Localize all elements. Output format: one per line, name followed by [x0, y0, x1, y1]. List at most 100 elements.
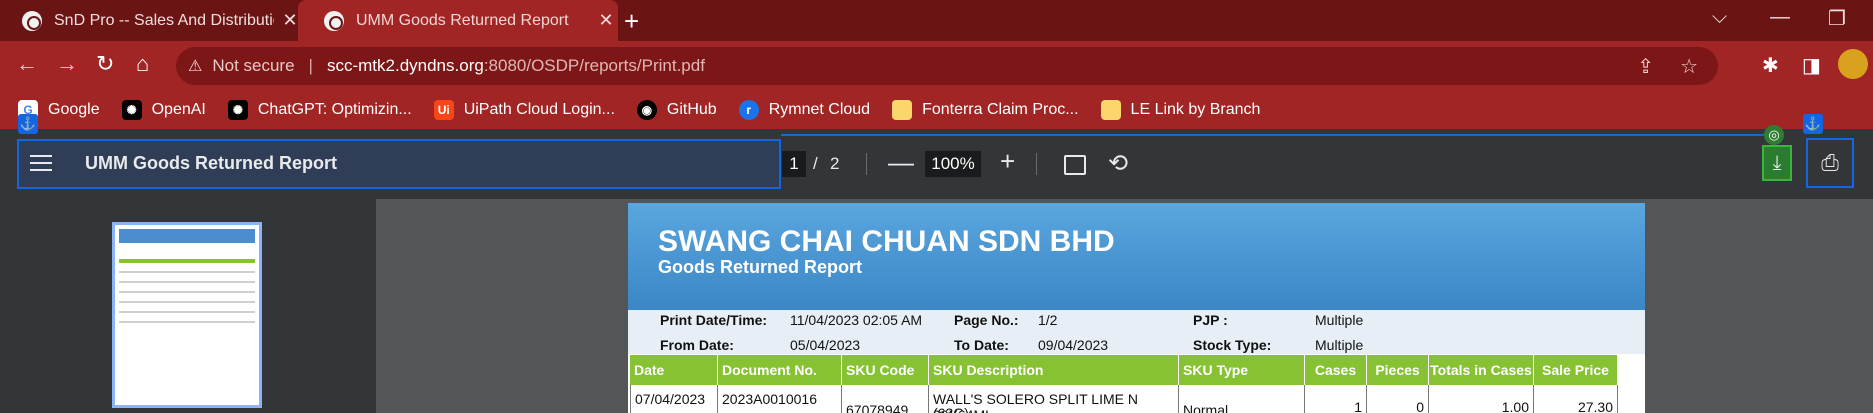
back-button[interactable]: ← [16, 51, 38, 77]
bookmark-label: GitHub [666, 101, 717, 118]
new-tab-button[interactable]: + [624, 6, 639, 37]
zoom-in-button[interactable]: + [1000, 146, 1015, 177]
pdf-toolbar: UMM Goods Returned Report 1 / 2 — 100% +… [0, 129, 1873, 199]
restore-icon[interactable]: — [1770, 6, 1790, 29]
annotation-line [781, 134, 1776, 136]
folder-icon [1100, 100, 1121, 120]
url-host[interactable]: scc-mtk2.dyndns.org [327, 56, 484, 76]
tab-title: SnD Pro -- Sales And Distribution [54, 11, 274, 29]
maximize-icon[interactable]: ❐ [1828, 6, 1846, 31]
home-button[interactable]: ⌂ [136, 51, 149, 77]
bookmark-chatgpt[interactable]: ✺ ChatGPT: Optimizin... [227, 100, 412, 120]
cell-document-no: 2023A0010016 [718, 385, 842, 413]
bookmark-fonterra[interactable]: Fonterra Claim Proc... [892, 100, 1079, 120]
column-header: SKU Code [842, 355, 929, 385]
page-separator: / [813, 154, 818, 173]
rymnet-icon: r [738, 100, 759, 120]
report-info: Print Date/Time: 11/04/2023 02:05 AM Pag… [628, 310, 1645, 354]
print-button[interactable]: ⎙ [1806, 138, 1854, 188]
report-header: SWANG CHAI CHUAN SDN BHD Goods Returned … [628, 203, 1645, 310]
zoom-out-button[interactable]: — [888, 147, 914, 178]
address-bar[interactable]: ⚠ Not secure | scc-mtk2.dyndns.org :8080… [176, 47, 1718, 85]
browser-toolbar: ← → ↻ ⌂ ⚠ Not secure | scc-mtk2.dyndns.o… [0, 41, 1873, 91]
rotate-icon[interactable]: ⟲ [1108, 149, 1128, 178]
bookmark-uipath[interactable]: Ui UiPath Cloud Login... [433, 100, 615, 120]
extensions-icon[interactable]: ✱ [1762, 53, 1779, 78]
globe-icon [22, 10, 42, 31]
url-path[interactable]: :8080/OSDP/reports/Print.pdf [484, 56, 705, 76]
target-icon: ◎ [1764, 125, 1784, 145]
tab-strip: SnD Pro -- Sales And Distribution ✕ UMM … [0, 0, 1873, 41]
bookmark-le-link[interactable]: LE Link by Branch [1100, 100, 1261, 120]
cell-pieces: 0 [1367, 385, 1429, 413]
to-date-label: To Date: [954, 337, 1009, 353]
download-button[interactable]: ⤓ [1762, 145, 1792, 181]
tab-title: UMM Goods Returned Report [356, 11, 569, 29]
pdf-title: UMM Goods Returned Report [85, 153, 337, 173]
cell-sku-description: WALL'S SOLERO SPLIT LIME N 30X64ML(63G) [929, 385, 1179, 413]
thumbnail-line [119, 271, 255, 273]
sidepanel-icon[interactable]: ◨ [1802, 53, 1821, 78]
uipath-icon: Ui [433, 100, 454, 120]
github-icon: ◉ [636, 100, 657, 120]
minimize-icon[interactable]: ⌵ [1712, 6, 1727, 29]
menu-icon[interactable] [30, 155, 52, 171]
cell-date: 07/04/2023 [630, 385, 718, 413]
warning-icon[interactable]: ⚠ [188, 56, 202, 76]
profile-avatar[interactable] [1838, 49, 1868, 79]
page-total: 2 [830, 154, 840, 173]
thumbnail-line [119, 311, 255, 313]
reload-button[interactable]: ↻ [96, 51, 114, 77]
column-header: Document No. [718, 355, 842, 385]
thumbnail-line [119, 281, 255, 283]
page-no-value: 1/2 [1038, 312, 1058, 328]
bookmark-github[interactable]: ◉ GitHub [636, 100, 717, 120]
from-date-value: 05/04/2023 [790, 337, 861, 353]
tab-umm-report[interactable]: UMM Goods Returned Report ✕ [298, 0, 618, 41]
globe-icon [324, 10, 344, 31]
star-icon[interactable]: ☆ [1680, 54, 1698, 79]
thumbnail-line [119, 301, 255, 303]
bookmark-label: OpenAI [151, 101, 206, 118]
column-header: Date [630, 355, 718, 385]
bookmark-label: UiPath Cloud Login... [463, 101, 615, 118]
cell-sale-price: 27.30 [1534, 385, 1618, 413]
share-icon[interactable]: ⇪ [1637, 54, 1654, 79]
anchor-icon: ⚓ [1803, 114, 1823, 134]
thumbnail-table-head [119, 259, 255, 263]
bookmark-label: LE Link by Branch [1130, 101, 1261, 118]
tab-snd-pro[interactable]: SnD Pro -- Sales And Distribution ✕ [22, 0, 302, 41]
bookmark-rymnet[interactable]: r Rymnet Cloud [738, 100, 870, 120]
bookmark-label: Fonterra Claim Proc... [922, 101, 1079, 118]
page-no-label: Page No.: [954, 312, 1019, 328]
divider [866, 153, 867, 175]
forward-button[interactable]: → [56, 51, 78, 77]
column-header: Totals in Cases [1429, 355, 1534, 385]
fit-page-icon[interactable] [1064, 155, 1086, 175]
cell-sku-type: Normal [1179, 385, 1305, 413]
column-header: Cases [1305, 355, 1367, 385]
company-name: SWANG CHAI CHUAN SDN BHD [658, 225, 1115, 258]
table-row: 07/04/2023 2023A0010016 67078949 WALL'S … [630, 385, 1630, 413]
anchor-icon: ⚓ [18, 114, 38, 134]
table-header: Date Document No. SKU Code SKU Descripti… [630, 355, 1630, 385]
close-tab-icon[interactable]: ✕ [594, 10, 618, 31]
column-header: Pieces [1367, 355, 1429, 385]
cell-cases: 1 [1305, 385, 1367, 413]
divider [1036, 153, 1037, 175]
url-separator: | [308, 56, 313, 75]
pdf-page: SWANG CHAI CHUAN SDN BHD Goods Returned … [628, 203, 1645, 413]
thumbnail-line [119, 321, 255, 323]
to-date-value: 09/04/2023 [1038, 337, 1109, 353]
pjp-value: Multiple [1315, 312, 1364, 328]
page-number-input[interactable]: 1 [782, 151, 806, 177]
security-status[interactable]: Not secure [212, 56, 294, 76]
page-thumbnail-1[interactable] [112, 222, 262, 408]
bookmark-openai[interactable]: ✺ OpenAI [121, 100, 206, 120]
report-subtitle: Goods Returned Report [658, 257, 863, 277]
cell-sku-code: 67078949 [842, 385, 929, 413]
folder-icon [892, 100, 913, 120]
zoom-input[interactable]: 100% [925, 151, 981, 177]
bookmark-label: Google [48, 101, 100, 118]
thumbnail-line [119, 291, 255, 293]
